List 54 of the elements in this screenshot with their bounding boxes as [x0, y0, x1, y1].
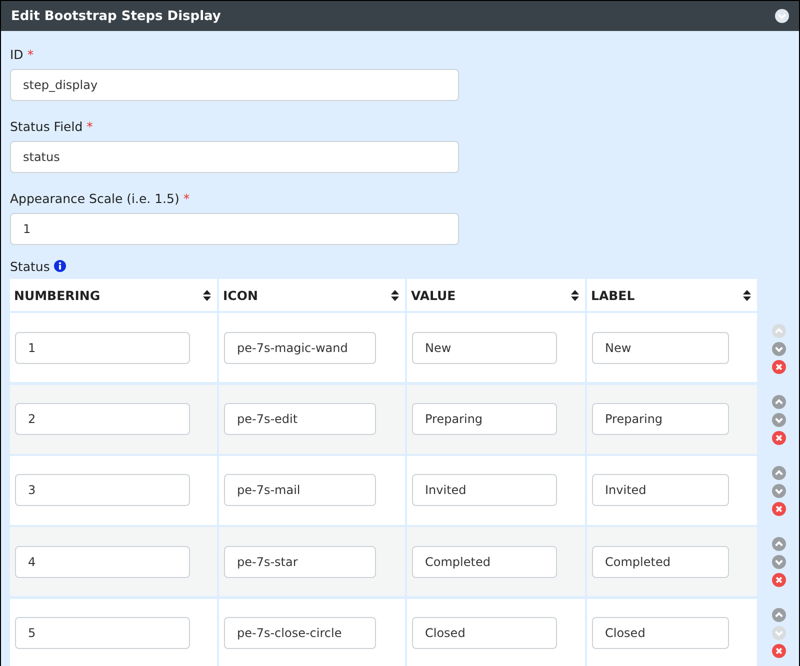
delete-button[interactable] — [772, 572, 786, 586]
table-input[interactable]: pe-7s-close-circle — [224, 617, 376, 650]
move-down-button[interactable] — [772, 412, 786, 426]
table-input[interactable]: pe-7s-star — [224, 546, 376, 578]
sort-icon[interactable] — [743, 290, 751, 300]
move-up-button[interactable] — [772, 536, 786, 550]
table-input[interactable]: pe-7s-edit — [224, 403, 376, 436]
text-field[interactable]: status — [10, 141, 459, 173]
table-input[interactable]: 5 — [15, 617, 190, 650]
column-header[interactable]: NUMBERING — [10, 279, 217, 311]
collapse-icon[interactable] — [775, 9, 789, 23]
table-input[interactable]: Closed — [412, 617, 557, 650]
panel-title: Edit Bootstrap Steps Display — [11, 8, 221, 24]
delete-button[interactable] — [772, 644, 786, 658]
sort-icon[interactable] — [391, 290, 399, 300]
column-header[interactable]: VALUE — [407, 279, 585, 311]
move-down-button[interactable] — [772, 554, 786, 568]
delete-button[interactable] — [772, 360, 786, 374]
table-input[interactable]: Completed — [592, 546, 729, 578]
info-icon[interactable] — [54, 260, 66, 272]
text-field[interactable]: step_display — [10, 69, 459, 101]
table-input[interactable]: 4 — [15, 546, 190, 578]
table-input[interactable]: 1 — [15, 332, 190, 364]
delete-button[interactable] — [772, 502, 786, 516]
table-input[interactable]: New — [412, 332, 557, 364]
move-down-button[interactable] — [772, 342, 786, 356]
required-mark: * — [27, 46, 34, 62]
required-mark: * — [86, 118, 93, 134]
required-mark: * — [183, 190, 190, 206]
sort-icon[interactable] — [203, 290, 211, 300]
move-up-button[interactable] — [772, 608, 786, 622]
text-field[interactable]: 1 — [10, 213, 459, 245]
delete-button[interactable] — [772, 430, 786, 444]
table-input[interactable]: Preparing — [592, 403, 729, 436]
move-up-button[interactable] — [772, 394, 786, 408]
table-input[interactable]: Invited — [592, 474, 729, 506]
table-input[interactable]: Completed — [412, 546, 557, 578]
table-input[interactable]: Closed — [592, 617, 729, 650]
field-label: ID — [10, 46, 24, 62]
table-input[interactable]: pe-7s-magic-wand — [224, 332, 376, 364]
table-input[interactable]: pe-7s-mail — [224, 474, 376, 506]
table-input[interactable]: New — [592, 332, 729, 364]
column-header[interactable]: LABEL — [587, 279, 757, 311]
table-label: Status — [10, 258, 50, 274]
column-header[interactable]: ICON — [219, 279, 405, 311]
table-input[interactable]: Preparing — [412, 403, 557, 436]
move-up-button[interactable] — [772, 466, 786, 480]
table-input[interactable]: 3 — [15, 474, 190, 506]
table-input[interactable]: 2 — [15, 403, 190, 436]
sort-icon[interactable] — [571, 290, 579, 300]
table-input[interactable]: Invited — [412, 474, 557, 506]
field-label: Appearance Scale (i.e. 1.5) — [10, 190, 180, 206]
move-down-button[interactable] — [772, 484, 786, 498]
field-label: Status Field — [10, 118, 83, 134]
